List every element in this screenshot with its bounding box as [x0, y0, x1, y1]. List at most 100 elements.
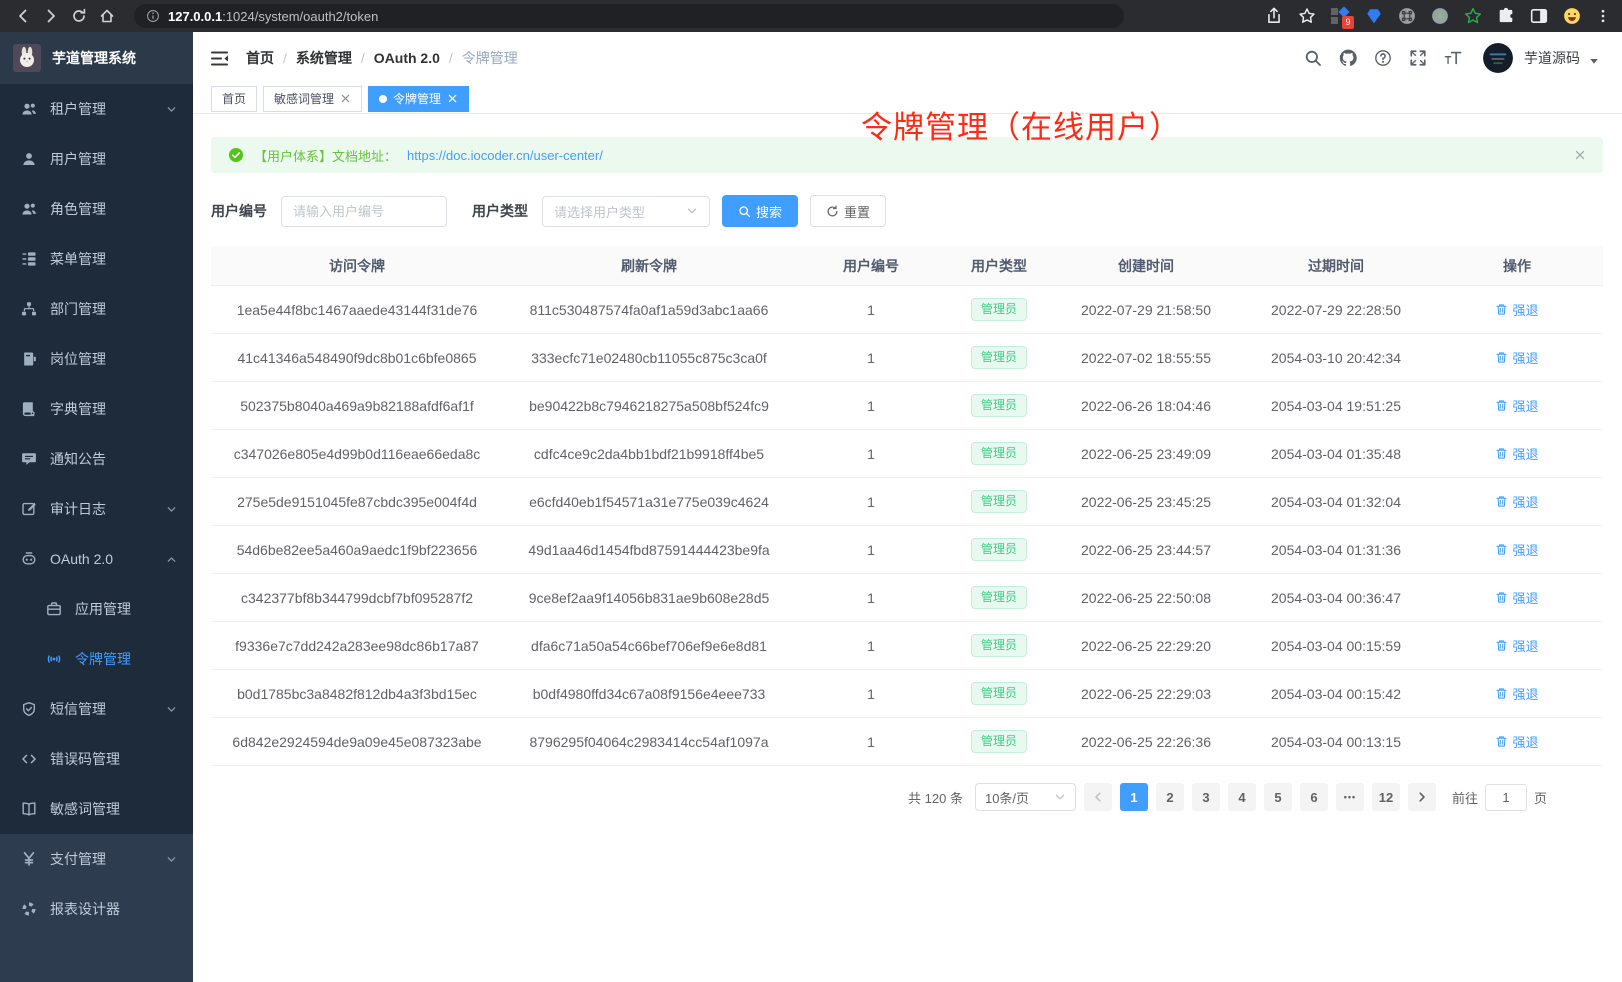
page-number-button[interactable]: 3 — [1192, 783, 1220, 811]
user-id-cell: 1 — [795, 734, 947, 750]
breadcrumb-label[interactable]: 系统管理 — [296, 48, 352, 68]
username[interactable]: 芋道源码 — [1524, 48, 1580, 68]
menu-item-label: 审计日志 — [50, 499, 106, 519]
page-number-button[interactable]: 12 — [1372, 783, 1400, 811]
app-logo[interactable]: 芋道管理系统 — [0, 32, 193, 84]
browser-home-icon[interactable] — [96, 5, 118, 27]
help-icon[interactable] — [1374, 49, 1392, 67]
tag-item[interactable]: 令牌管理 — [368, 86, 469, 112]
doc-link[interactable]: https://doc.iocoder.cn/user-center/ — [407, 148, 603, 163]
force-logout-button[interactable]: 强退 — [1495, 732, 1538, 751]
sidebar-collapse-icon[interactable] — [210, 50, 229, 67]
force-logout-button[interactable]: 强退 — [1495, 300, 1538, 319]
prev-page-button[interactable] — [1084, 783, 1112, 811]
sidebar-item[interactable]: 用户管理 — [0, 134, 193, 184]
force-logout-button[interactable]: 强退 — [1495, 492, 1538, 511]
browser-menu-icon[interactable] — [1596, 7, 1610, 25]
sidebar-item[interactable]: 支付管理 — [0, 834, 193, 884]
page-number-button[interactable]: 2 — [1156, 783, 1184, 811]
page-info-icon[interactable] — [146, 9, 160, 23]
share-icon[interactable] — [1265, 7, 1283, 25]
sidebar-item[interactable]: 审计日志 — [0, 484, 193, 534]
user-type-select[interactable]: 请选择用户类型 — [542, 196, 710, 227]
browser-reload-icon[interactable] — [68, 5, 90, 27]
browser-forward-icon[interactable] — [40, 5, 62, 27]
alert-close-icon[interactable] — [1574, 149, 1586, 161]
breadcrumb-label[interactable]: 令牌管理 — [462, 48, 518, 68]
breadcrumb-label[interactable]: 首页 — [246, 48, 274, 68]
search-button[interactable]: 搜索 — [722, 195, 798, 227]
actions-cell: 强退 — [1431, 732, 1603, 751]
font-size-icon[interactable] — [1444, 49, 1462, 67]
address-bar[interactable]: 127.0.0.1:1024/system/oauth2/token — [134, 4, 1124, 28]
force-logout-button[interactable]: 强退 — [1495, 540, 1538, 559]
col-expires-at: 过期时间 — [1241, 256, 1431, 276]
refresh-token-cell: 811c530487574fa0af1a59d3abc1aa66 — [503, 302, 795, 318]
table-row: 41c41346a548490f9dc8b01c6bfe0865 333ecfc… — [211, 334, 1603, 382]
record-extension-icon[interactable] — [1431, 7, 1449, 25]
fullscreen-icon[interactable] — [1409, 49, 1427, 67]
browser-back-icon[interactable] — [12, 5, 34, 27]
force-logout-button[interactable]: 强退 — [1495, 396, 1538, 415]
side-panel-icon[interactable] — [1530, 7, 1548, 25]
sidebar-item[interactable]: 部门管理 — [0, 284, 193, 334]
breadcrumb-label[interactable]: OAuth 2.0 — [374, 50, 440, 66]
extension-grid-icon[interactable]: 9 — [1331, 7, 1350, 26]
tag-close-icon[interactable] — [447, 93, 458, 104]
sidebar-item[interactable]: 字典管理 — [0, 384, 193, 434]
github-icon[interactable] — [1339, 49, 1357, 67]
chevron-down-icon — [166, 704, 177, 715]
force-logout-button[interactable]: 强退 — [1495, 684, 1538, 703]
sidebar-item[interactable]: 应用管理 — [0, 584, 193, 634]
page-number-button[interactable]: 6 — [1300, 783, 1328, 811]
sidebar-item[interactable]: 敏感词管理 — [0, 784, 193, 834]
force-logout-button[interactable]: 强退 — [1495, 588, 1538, 607]
gem-extension-icon[interactable] — [1365, 7, 1383, 25]
user-id-input[interactable] — [281, 196, 447, 227]
avatar[interactable] — [1483, 43, 1513, 73]
chevron-down-icon — [166, 104, 177, 115]
user-type-badge: 管理员 — [971, 442, 1027, 465]
created-at-cell: 2022-07-02 18:55:55 — [1051, 350, 1241, 366]
sidebar-item[interactable]: 令牌管理 — [0, 634, 193, 684]
user-type-placeholder: 请选择用户类型 — [554, 202, 645, 221]
profile-emoji-icon[interactable] — [1563, 7, 1581, 25]
caret-down-icon[interactable] — [1589, 56, 1599, 66]
force-logout-button[interactable]: 强退 — [1495, 636, 1538, 655]
tag-item[interactable]: 敏感词管理 — [263, 86, 362, 112]
sidebar-item[interactable]: 角色管理 — [0, 184, 193, 234]
page-number-button[interactable]: 4 — [1228, 783, 1256, 811]
page-size-select[interactable]: 10条/页 — [975, 783, 1076, 811]
sidebar-item[interactable]: 岗位管理 — [0, 334, 193, 384]
sidebar-item[interactable]: 通知公告 — [0, 434, 193, 484]
sidebar-item[interactable]: OAuth 2.0 — [0, 534, 193, 584]
sidebar-item[interactable]: 错误码管理 — [0, 734, 193, 784]
force-logout-button[interactable]: 强退 — [1495, 444, 1538, 463]
page-number-button[interactable]: 1 — [1120, 783, 1148, 811]
tag-item[interactable]: 首页 — [211, 86, 257, 112]
sidebar-item[interactable]: 短信管理 — [0, 684, 193, 734]
access-token-cell: 275e5de9151045fe87cbdc395e004f4d — [211, 494, 503, 510]
menu-item-icon — [21, 351, 37, 367]
menu-item-label: 通知公告 — [50, 449, 106, 469]
search-icon[interactable] — [1304, 49, 1322, 67]
grid-square — [1331, 17, 1338, 24]
puzzle-extension-icon[interactable] — [1497, 7, 1515, 25]
goto-page-input[interactable] — [1485, 784, 1527, 811]
bookmark-star-icon[interactable] — [1298, 7, 1316, 25]
created-at-cell: 2022-06-25 23:49:09 — [1051, 446, 1241, 462]
sidebar-item[interactable]: 报表设计器 — [0, 884, 193, 934]
command-extension-icon[interactable] — [1398, 7, 1416, 25]
page-number-button[interactable]: ••• — [1336, 783, 1364, 811]
sidebar-item[interactable]: 租户管理 — [0, 84, 193, 134]
user-type-cell: 管理员 — [947, 634, 1051, 657]
reset-button[interactable]: 重置 — [810, 195, 886, 227]
sidebar-item[interactable]: 菜单管理 — [0, 234, 193, 284]
next-page-button[interactable] — [1408, 783, 1436, 811]
star-extension-icon[interactable] — [1464, 7, 1482, 25]
page-number-button[interactable]: 5 — [1264, 783, 1292, 811]
menu-item-icon — [21, 251, 37, 267]
tag-close-icon[interactable] — [340, 93, 351, 104]
force-logout-button[interactable]: 强退 — [1495, 348, 1538, 367]
search-button-label: 搜索 — [756, 202, 782, 221]
